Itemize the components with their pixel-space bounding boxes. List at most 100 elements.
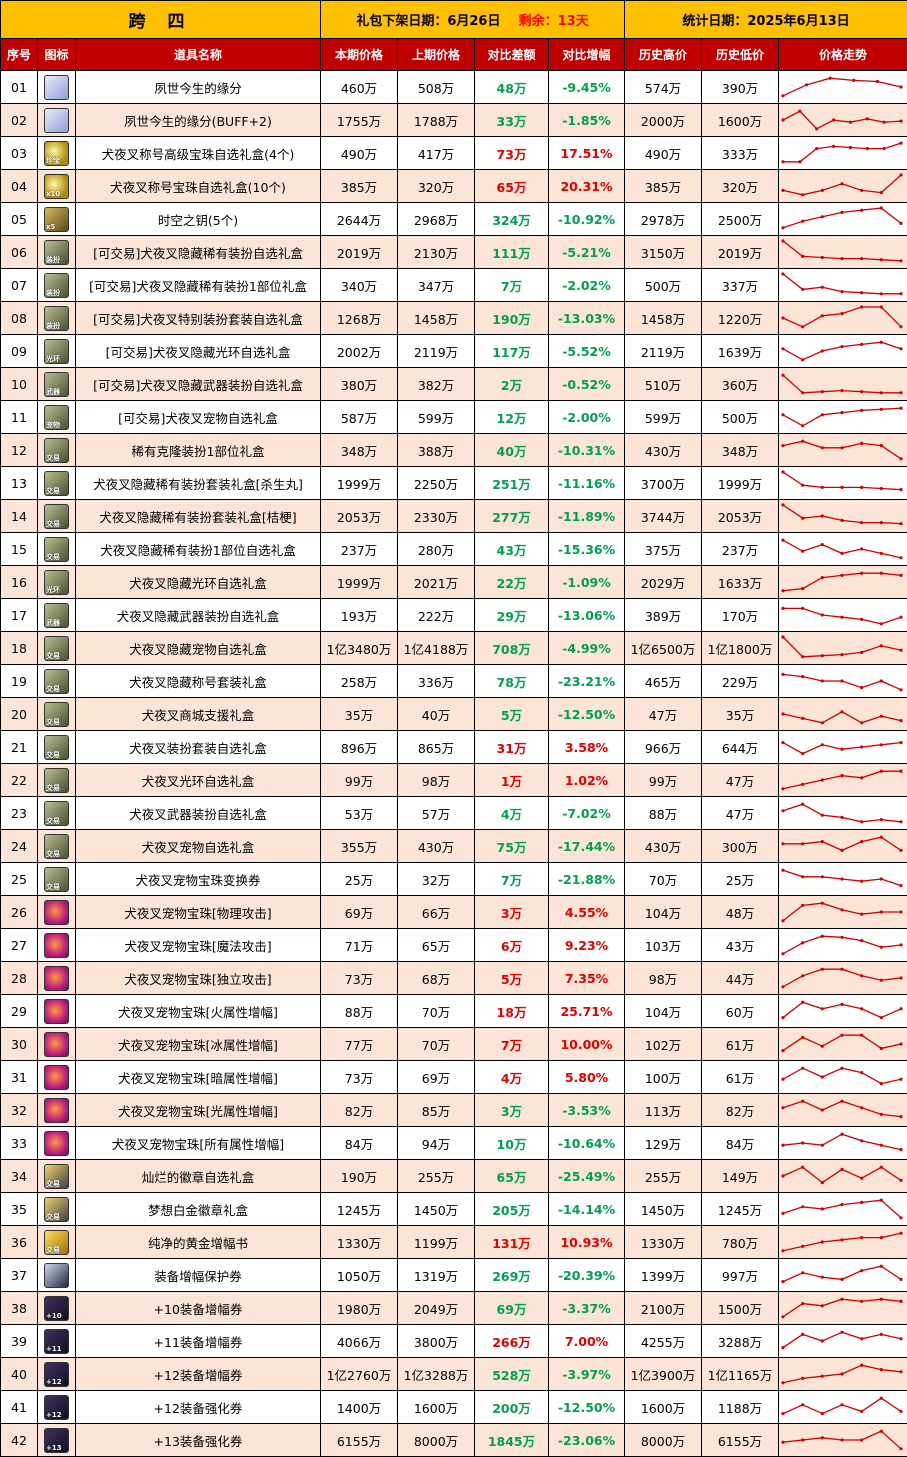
trend-point bbox=[879, 877, 883, 881]
gem-icon bbox=[44, 1130, 69, 1156]
history-high: 100万 bbox=[624, 1060, 702, 1094]
trend-point bbox=[781, 188, 785, 192]
item-name: 犬夜叉隐藏武器装扮自选礼盒 bbox=[75, 598, 321, 632]
item-icon-cell: 光环 bbox=[37, 565, 76, 599]
row-number: 21 bbox=[0, 730, 38, 764]
chest-icon: 交易 bbox=[44, 470, 69, 496]
item-name: [可交易]犬夜叉特别装扮套装自选礼盒 bbox=[75, 301, 321, 335]
price-trend-sparkline bbox=[781, 934, 903, 956]
col-header-name: 道具名称 bbox=[75, 38, 321, 71]
history-high: 1399万 bbox=[624, 1258, 702, 1292]
trend-point bbox=[879, 391, 883, 395]
trend-point bbox=[801, 325, 805, 329]
table-row: 21 交易 犬夜叉装扮套装自选礼盒 896万 865万 31万 3.58% 966万 644万 bbox=[0, 730, 907, 764]
trend-point bbox=[840, 774, 844, 778]
trend-point bbox=[781, 1016, 785, 1020]
row-number: 23 bbox=[0, 796, 38, 830]
history-low: 82万 bbox=[701, 1093, 779, 1127]
trend-point bbox=[781, 1381, 785, 1385]
trend-point bbox=[840, 877, 844, 881]
trend-point bbox=[879, 945, 883, 949]
trend-point bbox=[801, 1141, 805, 1145]
gem-icon bbox=[44, 1097, 69, 1123]
previous-price: 1458万 bbox=[397, 301, 475, 335]
trend-point bbox=[840, 210, 844, 214]
trend-point bbox=[899, 976, 903, 980]
previous-price: 508万 bbox=[397, 70, 475, 104]
history-high: 129万 bbox=[624, 1126, 702, 1160]
price-change-pct: -14.14% bbox=[548, 1192, 625, 1226]
trend-point bbox=[879, 191, 883, 195]
price-diff: 75万 bbox=[474, 829, 549, 863]
price-change-pct: -25.49% bbox=[548, 1159, 625, 1193]
trend-point bbox=[840, 1297, 844, 1301]
trend-point bbox=[781, 373, 785, 377]
trend-point bbox=[781, 1106, 785, 1110]
trend-point bbox=[879, 769, 883, 773]
history-low: 390万 bbox=[701, 70, 779, 104]
price-trend-sparkline bbox=[781, 1396, 903, 1416]
trend-point bbox=[781, 1280, 785, 1284]
trend-line bbox=[782, 407, 902, 427]
history-low: 2500万 bbox=[701, 202, 779, 236]
stats-info: 统计日期：2025年6月13日 bbox=[623, 0, 907, 39]
row-number: 02 bbox=[0, 103, 38, 137]
price-trend-sparkline bbox=[781, 439, 903, 461]
trend-point bbox=[820, 390, 824, 394]
price-change-pct: -9.45% bbox=[548, 70, 625, 104]
price-change-pct: -4.99% bbox=[548, 631, 625, 665]
icon-caption: x5 bbox=[46, 222, 56, 231]
col-header-diff: 对比差额 bbox=[474, 38, 549, 71]
table-row: 36 交易 纯净的黄金增幅书 1330万 1199万 131万 10.93% 1330万 780… bbox=[0, 1225, 907, 1259]
trend-point bbox=[860, 1438, 864, 1442]
history-high: 104万 bbox=[624, 895, 702, 929]
price-change-pct: 10.00% bbox=[548, 1027, 625, 1061]
current-price: 237万 bbox=[320, 532, 398, 566]
price-diff: 251万 bbox=[474, 466, 549, 500]
current-price: 1755万 bbox=[320, 103, 398, 137]
trend-point bbox=[879, 340, 883, 344]
trend-point bbox=[860, 1106, 864, 1110]
item-name: 犬夜叉隐藏稀有装扮1部位自选礼盒 bbox=[75, 532, 321, 566]
previous-price: 57万 bbox=[397, 796, 475, 830]
price-trend-cell bbox=[777, 697, 907, 731]
trend-point bbox=[820, 188, 824, 192]
history-low: 1245万 bbox=[701, 1192, 779, 1226]
price-change-pct: -2.00% bbox=[548, 400, 625, 434]
price-trend-cell bbox=[777, 1027, 907, 1061]
trend-point bbox=[899, 259, 903, 263]
trend-point bbox=[840, 1277, 844, 1281]
trend-point bbox=[879, 622, 883, 626]
item-name: 犬夜叉宠物宝珠[物理攻击] bbox=[75, 895, 321, 929]
price-trend-cell bbox=[777, 400, 907, 434]
row-number: 16 bbox=[0, 565, 38, 599]
trend-line bbox=[782, 1100, 902, 1118]
previous-price: 65万 bbox=[397, 928, 475, 962]
trend-line bbox=[782, 110, 902, 130]
price-trend-sparkline bbox=[781, 1297, 903, 1319]
item-icon-cell: 交易 bbox=[37, 466, 76, 500]
price-trend-cell bbox=[777, 367, 907, 401]
row-number: 19 bbox=[0, 664, 38, 698]
current-price: 1999万 bbox=[320, 466, 398, 500]
release-info: 礼包下架日期：6月26日 剩余：13天 bbox=[320, 0, 625, 39]
trend-point bbox=[801, 1066, 805, 1070]
trend-point bbox=[840, 1033, 844, 1037]
table-row: 32 犬夜叉宠物宝珠[光属性增幅] 82万 85万 3万 -3.53% 113万 82万 bbox=[0, 1093, 907, 1127]
row-number: 33 bbox=[0, 1126, 38, 1160]
trend-point bbox=[860, 1139, 864, 1143]
trend-point bbox=[860, 939, 864, 943]
previous-price: 336万 bbox=[397, 664, 475, 698]
price-trend-cell bbox=[777, 466, 907, 500]
trend-point bbox=[781, 1346, 785, 1350]
price-diff: 200万 bbox=[474, 1390, 549, 1424]
item-name: [可交易]犬夜叉宠物自选礼盒 bbox=[75, 400, 321, 434]
price-change-pct: -17.44% bbox=[548, 829, 625, 863]
table-row: 20 交易 犬夜叉商城支援礼盒 35万 40万 5万 -12.50% 47万 35万 bbox=[0, 697, 907, 731]
item-name: 犬夜叉宠物宝珠[暗属性增幅] bbox=[75, 1060, 321, 1094]
icon-caption: 光环 bbox=[46, 585, 60, 594]
trend-point bbox=[820, 679, 824, 683]
row-number: 25 bbox=[0, 862, 38, 896]
trend-point bbox=[801, 1099, 805, 1103]
trend-point bbox=[899, 119, 903, 123]
